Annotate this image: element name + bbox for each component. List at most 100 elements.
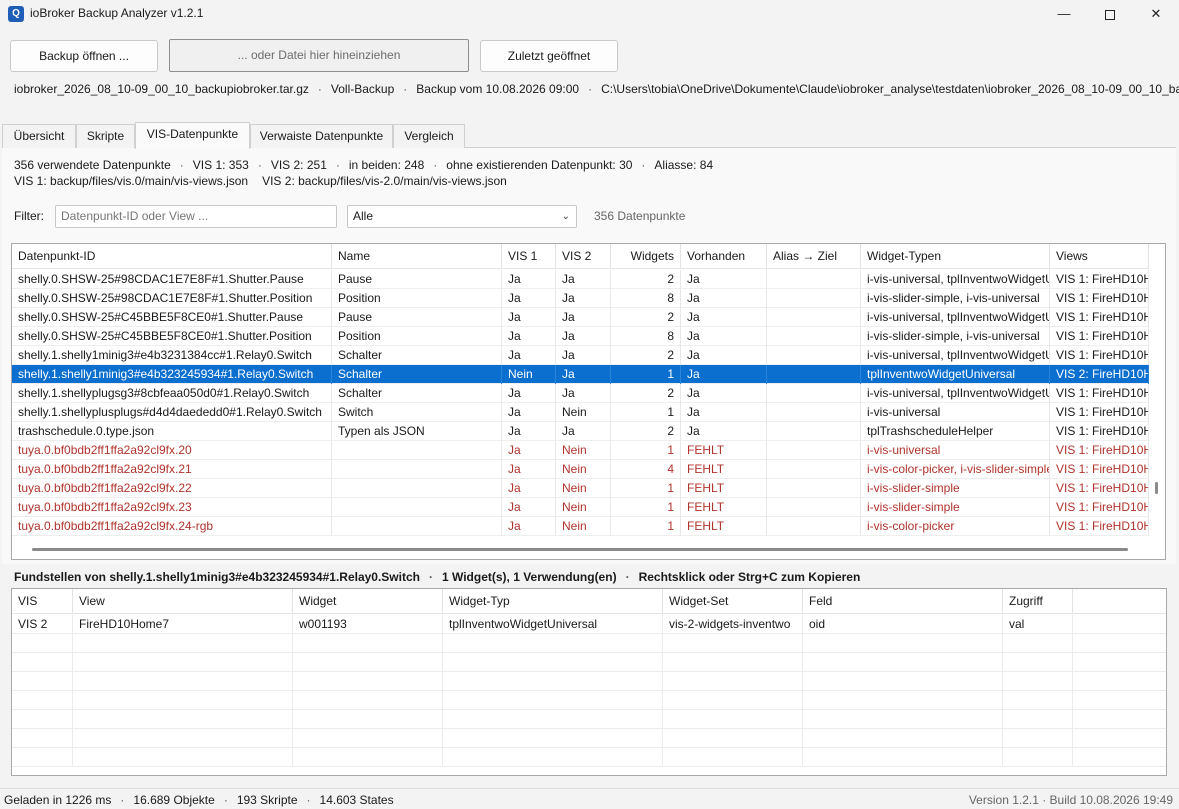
cell-exists: Ja [681,384,767,403]
cell-alias [767,441,861,460]
table-row[interactable]: shelly.1.shellyplugsg3#8cbfeaa050d0#1.Re… [12,384,1149,403]
tab-overview[interactable]: Übersicht [2,124,76,148]
table-row[interactable]: shelly.1.shelly1minig3#e4b3231384cc#1.Re… [12,346,1149,365]
datapoint-count: 356 Datenpunkte [594,209,686,223]
tab-orphaned-datapoints[interactable]: Verwaiste Datenpunkte [250,124,393,148]
vertical-scrollbar[interactable] [1155,482,1158,494]
drop-zone[interactable]: ... oder Datei hier hineinziehen [169,39,469,72]
col-datapoint-id[interactable]: Datenpunkt-ID [12,244,332,269]
cell-name [332,441,502,460]
cell-name: Position [332,289,502,308]
filter-input[interactable]: Datenpunkt-ID oder View ... [55,205,337,228]
cell-vis1: Ja [502,308,556,327]
status-objects: 16.689 Objekte [133,793,215,807]
found-row[interactable]: VIS 2 FireHD10Home7 w001193 tplInventwoWidg… [12,615,1166,634]
table-row[interactable]: shelly.0.SHSW-25#98CDAC1E7E8F#1.Shutter.… [12,270,1149,289]
table-row[interactable]: trashschedule.0.type.json Typen als JSON J… [12,422,1149,441]
cell-views: VIS 2: FireHD10Home7 [1050,365,1149,384]
found-table[interactable]: VIS View Widget Widget-Typ Widget-Set Fe… [11,588,1167,776]
recent-button[interactable]: Zuletzt geöffnet [480,40,618,72]
table-row[interactable]: tuya.0.bf0bdb2ff1ffa2a92cl9fx.21 Ja Nein 4 F… [12,460,1149,479]
horizontal-scrollbar[interactable] [32,548,1128,551]
found-cell-vis [12,748,73,767]
table-row[interactable]: tuya.0.bf0bdb2ff1ffa2a92cl9fx.23 Ja Nein 1 F… [12,498,1149,517]
cell-widgets: 4 [611,460,681,479]
table-row[interactable]: shelly.1.shellyplusplugs#d4d4daededd0#1.… [12,403,1149,422]
found-cell-vis [12,634,73,653]
table-row[interactable]: tuya.0.bf0bdb2ff1ffa2a92cl9fx.24-rgb Ja Ne… [12,517,1149,536]
col-widget[interactable]: Widget [293,589,443,614]
datapoint-table[interactable]: Datenpunkt-ID Name VIS 1 VIS 2 Widgets V… [11,243,1166,560]
col-name[interactable]: Name [332,244,502,269]
col-vis1[interactable]: VIS 1 [502,244,556,269]
close-button[interactable]: ✕ [1133,0,1179,28]
path-vis2: VIS 2: backup/files/vis-2.0/main/vis-vie… [262,174,507,188]
cell-id: shelly.0.SHSW-25#98CDAC1E7E8F#1.Shutter.… [12,270,332,289]
minimize-button[interactable]: — [1041,0,1087,28]
empty-row [12,672,1166,691]
found-cell-widget: w001193 [293,615,443,634]
found-cell-view [73,691,293,710]
tab-vis-datapoints[interactable]: VIS-Datenpunkte [135,122,250,149]
found-cell-vis: VIS 2 [12,615,73,634]
found-cell-field [803,691,1003,710]
cell-exists: Ja [681,289,767,308]
col-exists[interactable]: Vorhanden [681,244,767,269]
found-count: 1 Widget(s), 1 Verwendung(en) [441,570,617,584]
cell-types: tplInventwoWidgetUniversal [861,365,1050,384]
col-widget-set[interactable]: Widget-Set [663,589,803,614]
cell-id: shelly.1.shellyplugsg3#8cbfeaa050d0#1.Re… [12,384,332,403]
cell-views: VIS 1: FireHD10Home7 [1050,479,1149,498]
tab-compare[interactable]: Vergleich [393,124,465,148]
table-row[interactable]: tuya.0.bf0bdb2ff1ffa2a92cl9fx.22 Ja Nein 1 F… [12,479,1149,498]
found-cell-set [663,653,803,672]
status-scripts: 193 Skripte [236,793,298,807]
col-vis2[interactable]: VIS 2 [556,244,611,269]
found-cell-vis [12,672,73,691]
col-view[interactable]: View [73,589,293,614]
col-vis[interactable]: VIS [12,589,73,614]
col-access[interactable]: Zugriff [1003,589,1073,614]
cell-views: VIS 1: FireHD10Home7 [1050,270,1149,289]
table-row[interactable]: shelly.1.shelly1minig3#e4b323245934#1.Re… [12,365,1149,384]
empty-row [12,634,1166,653]
found-cell-widget [293,691,443,710]
tab-scripts[interactable]: Skripte [76,124,135,148]
cell-name: Typen als JSON [332,422,502,441]
col-widget-types[interactable]: Widget-Typen [861,244,1050,269]
found-cell-view [73,634,293,653]
cell-views: VIS 1: FireHD10Home7 [1050,308,1149,327]
table-row[interactable]: tuya.0.bf0bdb2ff1ffa2a92cl9fx.20 Ja Nein 1 F… [12,441,1149,460]
empty-row [12,748,1166,767]
open-backup-button[interactable]: Backup öffnen ... [10,40,158,72]
cell-id: tuya.0.bf0bdb2ff1ffa2a92cl9fx.22 [12,479,332,498]
col-views[interactable]: Views [1050,244,1149,269]
cell-views: VIS 1: FireHD10Home7 [1050,384,1149,403]
found-prefix: Fundstellen von shelly.1.shelly1minig3#e… [14,570,420,584]
col-alias[interactable]: Alias → Ziel [767,244,861,269]
title-bar: Q ioBroker Backup Analyzer v1.2.1 — ✕ [0,0,1179,28]
cell-name: Schalter [332,365,502,384]
found-hint: Rechtsklick oder Strg+C zum Kopieren [638,570,861,584]
backup-path: C:\Users\tobia\OneDrive\Dokumente\Claude… [601,82,1179,96]
maximize-button[interactable] [1087,0,1133,28]
cell-types: i-vis-color-picker, i-vis-slider-simple [861,460,1050,479]
cell-widgets: 1 [611,441,681,460]
found-cell-type [443,634,663,653]
cell-name: Schalter [332,384,502,403]
col-widget-type[interactable]: Widget-Typ [443,589,663,614]
window-title: ioBroker Backup Analyzer v1.2.1 [30,6,204,20]
found-cell-widget [293,729,443,748]
cell-exists: FEHLT [681,479,767,498]
table-row[interactable]: shelly.0.SHSW-25#C45BBE5F8CE0#1.Shutter.… [12,308,1149,327]
col-field[interactable]: Feld [803,589,1003,614]
found-cell-set [663,710,803,729]
cell-id: shelly.0.SHSW-25#C45BBE5F8CE0#1.Shutter.… [12,308,332,327]
cell-alias [767,365,861,384]
table-row[interactable]: shelly.0.SHSW-25#C45BBE5F8CE0#1.Shutter.… [12,327,1149,346]
cell-name [332,479,502,498]
col-widgets[interactable]: Widgets [611,244,681,269]
filter-select[interactable]: Alle ⌄ [347,205,577,228]
table-row[interactable]: shelly.0.SHSW-25#98CDAC1E7E8F#1.Shutter.… [12,289,1149,308]
cell-views: VIS 1: FireHD10Home7 [1050,460,1149,479]
